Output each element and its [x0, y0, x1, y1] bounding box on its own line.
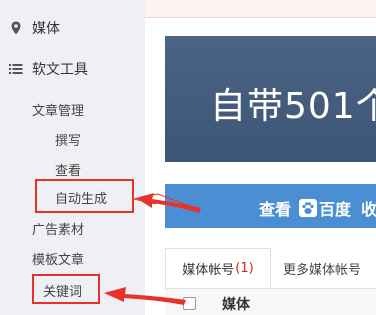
promo-banner: 自带501个 [165, 36, 376, 162]
baidu-paw-icon [299, 199, 318, 217]
sidebar-item-keywords[interactable]: 关键词 [43, 281, 82, 300]
sidebar-item-media[interactable]: 媒体 [8, 18, 60, 38]
tab-label: 更多媒体帐号 [283, 262, 362, 278]
list-icon [8, 61, 24, 77]
sidebar-item-view[interactable]: 查看 [55, 160, 81, 179]
sidebar-item-ad-material[interactable]: 广告素材 [32, 219, 84, 238]
bluebar-baidu: 百度 [319, 200, 352, 219]
account-tabs: 媒体帐号 (1) 更多媒体帐号 [165, 248, 376, 289]
sidebar-item-softtext-tools[interactable]: 软文工具 [8, 59, 88, 79]
sidebar-item-auto-generate[interactable]: 自动生成 [55, 188, 107, 207]
bluebar-suffix: 收 [361, 200, 376, 219]
tab-media-accounts[interactable]: 媒体帐号 (1) [165, 248, 271, 288]
sidebar-item-compose[interactable]: 撰写 [55, 130, 81, 149]
tab-count: (1) [235, 260, 254, 276]
tab-more-media-accounts[interactable]: 更多媒体帐号 [283, 248, 361, 288]
map-pin-icon [8, 20, 24, 36]
table-header: 媒体 [165, 289, 376, 315]
sidebar-item-label: 媒体 [32, 21, 60, 37]
alert-strip [145, 0, 376, 18]
select-all-checkbox[interactable] [183, 297, 196, 310]
bluebar-prefix: 查看 [259, 200, 292, 219]
sidebar: 媒体 软文工具 文章管理 撰写 查看 自动生成 广告素材 模板文章 关键词 [0, 0, 145, 315]
sidebar-item-label: 软文工具 [32, 62, 88, 78]
banner-text: 自带501个 [210, 86, 376, 127]
tab-label: 媒体帐号 [182, 262, 235, 278]
sidebar-group-article-management[interactable]: 文章管理 [32, 100, 84, 119]
sidebar-item-template-article[interactable]: 模板文章 [32, 249, 84, 268]
main-content: 自带501个 查看 百度 收 媒体帐号 (1) 更多媒体帐号 媒体 [145, 0, 376, 315]
column-header-media: 媒体 [222, 297, 250, 313]
baidu-check-bar[interactable]: 查看 百度 收 [165, 184, 376, 228]
